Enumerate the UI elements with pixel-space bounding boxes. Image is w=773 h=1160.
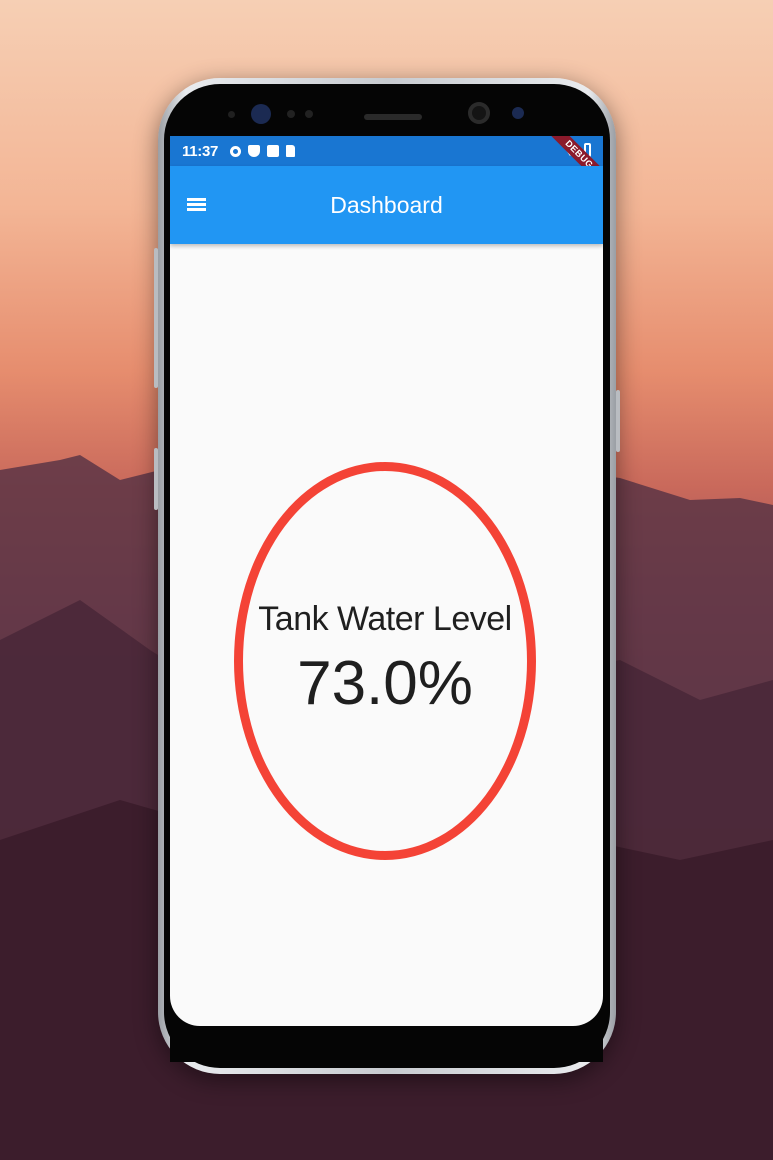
gauge-value: 73.0% xyxy=(297,649,473,718)
iris-scanner xyxy=(251,104,271,124)
status-bar: 11:37 DEBUG xyxy=(170,136,603,195)
app-bar: Dashboard xyxy=(170,166,603,244)
volume-button xyxy=(154,248,158,388)
gauge-label: Tank Water Level xyxy=(258,600,512,638)
water-level-gauge: Tank Water Level 73.0% xyxy=(234,462,536,860)
app-screen: 11:37 DEBUG Dashboard Tank Water Level 7… xyxy=(170,136,603,1026)
status-time: 11:37 xyxy=(182,142,219,160)
gear-icon xyxy=(230,145,242,157)
power-button xyxy=(616,390,620,452)
bixby-button xyxy=(154,448,158,510)
status-icons xyxy=(230,145,296,157)
sd-card-icon xyxy=(286,145,296,157)
iris-camera xyxy=(512,107,524,119)
earpiece-speaker xyxy=(364,114,422,120)
page-title: Dashboard xyxy=(330,192,443,218)
bottom-bezel xyxy=(170,1026,603,1062)
shield-icon xyxy=(248,145,261,157)
proximity-sensor xyxy=(228,111,235,118)
image-icon xyxy=(267,145,280,157)
light-sensor-2 xyxy=(305,110,313,118)
front-camera xyxy=(468,102,490,124)
light-sensor xyxy=(287,110,295,118)
